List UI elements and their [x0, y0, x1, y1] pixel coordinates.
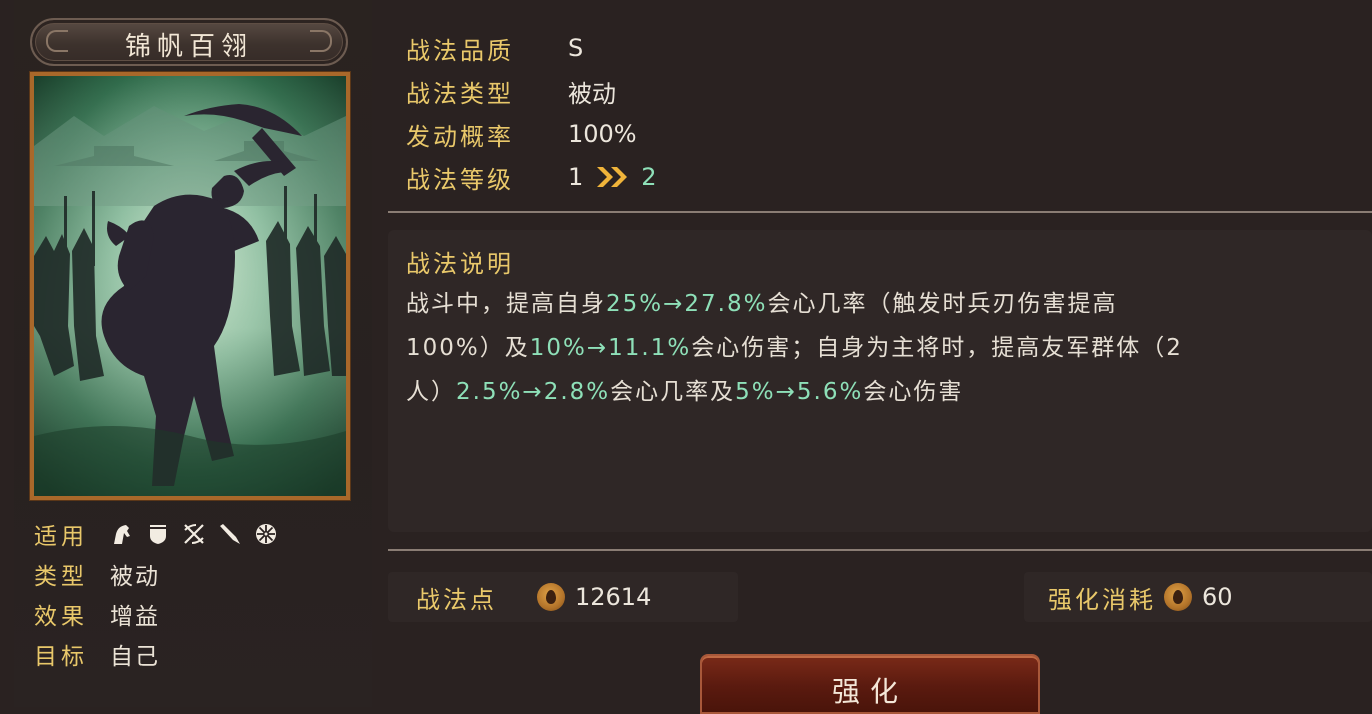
- plate-ornament-right: [310, 30, 332, 52]
- description-title: 战法说明: [406, 250, 514, 278]
- desc-segment: 会心几率及: [610, 379, 736, 405]
- desc-segment: 战斗中，提高自身: [406, 291, 606, 317]
- level-next: 2: [641, 163, 657, 191]
- bow-icon: [184, 524, 204, 544]
- skill-point-coin-icon: [537, 583, 565, 611]
- desc-highlight: 2.5%→2.8%: [456, 379, 611, 405]
- info-label: 发动概率: [406, 122, 514, 151]
- desc-segment: 会心几率（触发时兵刃伤害提高: [767, 291, 1118, 317]
- info-rate: 发动概率 100%: [406, 114, 637, 154]
- type-value: 被动: [568, 79, 616, 108]
- attr-label: 效果: [34, 604, 88, 630]
- attr-row-applicable: 适用: [34, 514, 354, 554]
- quality-value: S: [568, 34, 584, 62]
- desc-highlight: 5%→5.6%: [735, 379, 864, 405]
- skill-artwork: [30, 72, 350, 500]
- skill-attributes: 适用 类型 被动 效果 增益 目标 自己: [34, 514, 354, 674]
- attr-row-effect: 效果 增益: [34, 594, 354, 634]
- desc-highlight: 25%→27.8%: [606, 291, 768, 317]
- rate-value: 100%: [568, 120, 637, 148]
- divider-top: [388, 211, 1372, 213]
- cavalry-icon: [114, 525, 130, 544]
- upgrade-button-label: 强化: [831, 675, 908, 708]
- info-type: 战法类型 被动: [406, 71, 616, 111]
- upgrade-cost-box: 强化消耗 60: [1024, 572, 1372, 622]
- desc-segment: 会心伤害: [863, 379, 964, 405]
- desc-highlight: 10%→11.1%: [529, 335, 692, 361]
- wheel-icon: [256, 524, 276, 544]
- description-text: 战斗中，提高自身25%→27.8%会心几率（触发时兵刃伤害提高 100%）及10%…: [406, 282, 1326, 414]
- skill-name-plate: 锦帆百翎: [30, 18, 348, 66]
- attr-label: 类型: [34, 564, 88, 590]
- points-label: 战法点: [416, 585, 497, 614]
- skill-name: 锦帆百翎: [124, 32, 253, 62]
- cost-label: 强化消耗: [1048, 585, 1156, 614]
- double-chevron-right-icon: [597, 167, 628, 187]
- attr-row-target: 目标 自己: [34, 634, 354, 674]
- troop-type-icons: [110, 522, 278, 546]
- upgrade-button[interactable]: 强化: [700, 654, 1040, 714]
- cost-value: 60: [1202, 583, 1233, 611]
- divider-bottom: [388, 549, 1372, 551]
- info-label: 战法品质: [406, 36, 514, 65]
- attr-label: 适用: [34, 524, 88, 550]
- desc-segment: 会心伤害；自身为主将时，提高友军群体（2: [691, 335, 1183, 361]
- desc-segment: 100%）及: [406, 335, 530, 361]
- level-current: 1: [568, 163, 584, 191]
- skill-detail-panel: 战法品质 S 战法类型 被动 发动概率 100% 战法等级 1 2 战法说明 战…: [388, 0, 1372, 714]
- desc-segment: 人）: [406, 379, 456, 405]
- info-label: 战法类型: [406, 79, 514, 108]
- skill-artwork-image: [34, 76, 346, 496]
- attr-label: 目标: [34, 644, 88, 670]
- info-quality: 战法品质 S: [406, 28, 583, 68]
- attr-value: 自己: [110, 644, 160, 670]
- description-box: 战法说明 战斗中，提高自身25%→27.8%会心几率（触发时兵刃伤害提高 100%…: [388, 230, 1372, 532]
- attr-row-type: 类型 被动: [34, 554, 354, 594]
- shield-icon: [150, 525, 166, 544]
- attr-value: 被动: [110, 564, 160, 590]
- attr-value: 增益: [110, 604, 160, 630]
- spear-icon: [220, 524, 240, 544]
- skill-points-box: 战法点 12614: [388, 572, 738, 622]
- points-value: 12614: [575, 583, 652, 611]
- skill-point-coin-icon: [1164, 583, 1192, 611]
- info-label: 战法等级: [406, 165, 514, 194]
- info-level: 战法等级 1 2: [406, 157, 657, 197]
